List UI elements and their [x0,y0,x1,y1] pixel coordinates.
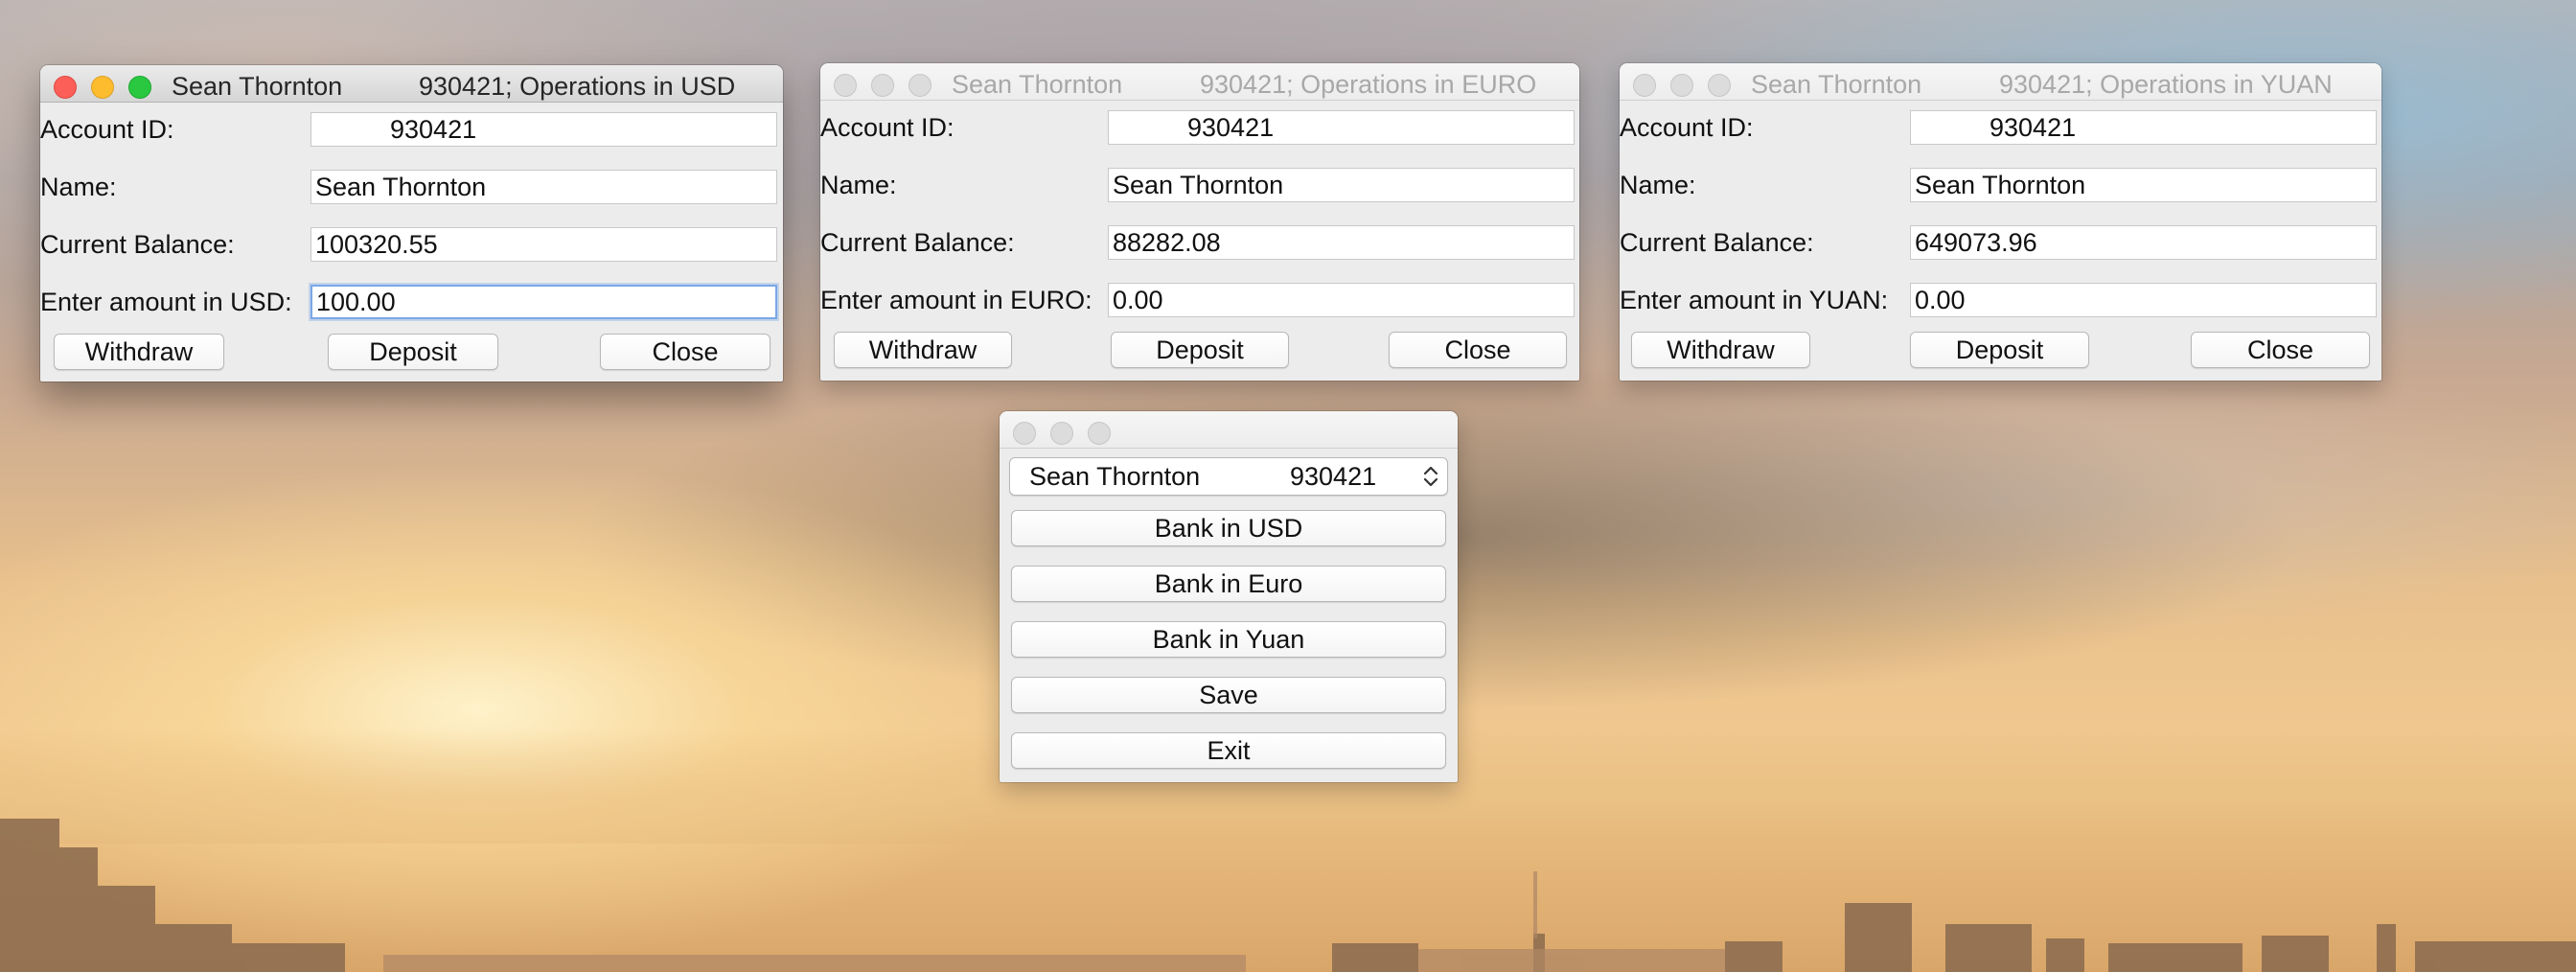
withdraw-button[interactable]: Withdraw [1631,332,1810,368]
name-field: Sean Thornton [1910,168,2377,202]
minimize-window-icon[interactable] [1050,422,1073,445]
yuan-operations-window: Sean Thornton 930421; Operations in YUAN… [1620,63,2381,381]
city-skyline [0,819,2576,972]
account-id-label: Account ID: [40,115,174,144]
amount-label: Enter amount in YUAN: [1620,286,1889,314]
current-balance-label: Current Balance: [820,228,1015,257]
current-balance-label: Current Balance: [1620,228,1814,257]
amount-input[interactable]: 100.00 [310,285,777,319]
euro-window-titlebar[interactable]: Sean Thornton 930421; Operations in EURO [820,63,1579,101]
usd-window-titlebar[interactable]: Sean Thornton 930421; Operations in USD [40,65,783,103]
window-controls [54,76,151,99]
amount-input[interactable]: 0.00 [1108,283,1575,317]
minimize-window-icon[interactable] [91,76,114,99]
name-field: Sean Thornton [1108,168,1575,202]
name-label: Name: [820,171,897,199]
window-title-name: Sean Thornton [1751,70,1922,99]
zoom-window-icon[interactable] [908,74,932,97]
euro-operations-window: Sean Thornton 930421; Operations in EURO… [820,63,1579,381]
window-title-operations: 930421; Operations in USD [419,72,736,101]
name-label: Name: [40,173,117,201]
minimize-window-icon[interactable] [1670,74,1693,97]
zoom-window-icon[interactable] [1708,74,1731,97]
account-id-label: Account ID: [820,113,954,142]
window-title-name: Sean Thornton [952,70,1123,99]
selector-account-name: Sean Thornton [1029,462,1201,491]
amount-label: Enter amount in EURO: [820,286,1092,314]
close-button[interactable]: Close [600,334,770,370]
bank-in-yuan-button[interactable]: Bank in Yuan [1011,621,1446,658]
amount-input[interactable]: 0.00 [1910,283,2377,317]
amount-label: Enter amount in USD: [40,288,292,316]
close-window-icon[interactable] [1013,422,1036,445]
close-window-icon[interactable] [1633,74,1656,97]
withdraw-button[interactable]: Withdraw [834,332,1012,368]
deposit-button[interactable]: Deposit [328,334,498,370]
minimize-window-icon[interactable] [871,74,894,97]
current-balance-label: Current Balance: [40,230,235,259]
window-controls [1633,74,1731,97]
window-title-name: Sean Thornton [172,72,343,101]
account-id-field: 930421 [1910,110,2377,145]
launcher-window-titlebar[interactable] [1000,411,1458,449]
account-id-field: 930421 [1108,110,1575,145]
name-label: Name: [1620,171,1696,199]
close-button[interactable]: Close [2191,332,2370,368]
window-controls [834,74,932,97]
bank-launcher-window: Sean Thornton 930421 Bank in USD Bank in… [1000,411,1458,782]
account-selector[interactable]: Sean Thornton 930421 [1009,457,1448,496]
current-balance-field: 649073.96 [1910,225,2377,260]
bank-in-usd-button[interactable]: Bank in USD [1011,510,1446,546]
window-controls [1013,422,1111,445]
save-button[interactable]: Save [1011,677,1446,713]
window-title-operations: 930421; Operations in EURO [1200,70,1537,99]
name-field: Sean Thornton [310,170,777,204]
yuan-window-titlebar[interactable]: Sean Thornton 930421; Operations in YUAN [1620,63,2381,101]
usd-operations-window: Sean Thornton 930421; Operations in USD … [40,65,783,382]
deposit-button[interactable]: Deposit [1910,332,2089,368]
account-id-label: Account ID: [1620,113,1754,142]
close-window-icon[interactable] [834,74,857,97]
up-down-chevron-icon [1423,466,1438,487]
account-id-field: 930421 [310,112,777,147]
zoom-window-icon[interactable] [128,76,151,99]
selector-account-id: 930421 [1290,462,1377,491]
close-window-icon[interactable] [54,76,77,99]
current-balance-field: 100320.55 [310,227,777,262]
close-button[interactable]: Close [1389,332,1567,368]
zoom-window-icon[interactable] [1088,422,1111,445]
bank-in-euro-button[interactable]: Bank in Euro [1011,566,1446,602]
current-balance-field: 88282.08 [1108,225,1575,260]
exit-button[interactable]: Exit [1011,732,1446,769]
deposit-button[interactable]: Deposit [1111,332,1289,368]
window-title-operations: 930421; Operations in YUAN [1999,70,2333,99]
withdraw-button[interactable]: Withdraw [54,334,224,370]
